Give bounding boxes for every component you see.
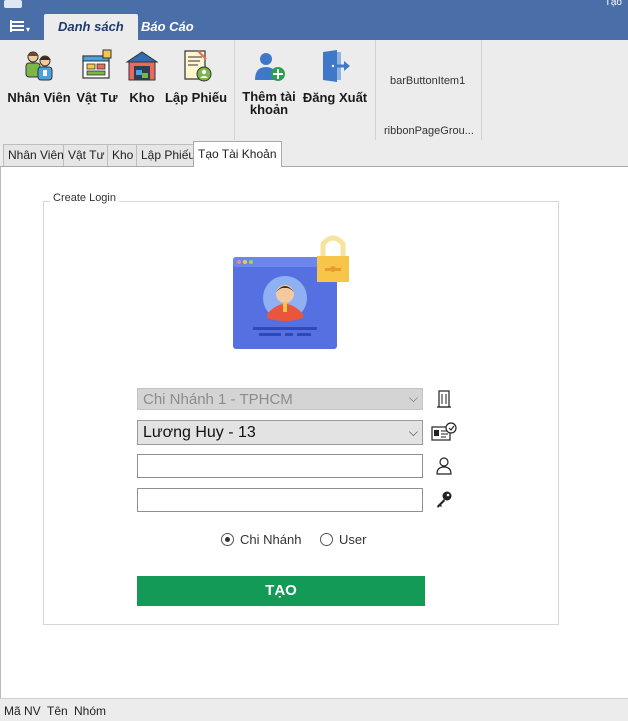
status-nhom: Nhóm <box>74 704 107 718</box>
chevron-down-icon: ⌵ <box>408 425 418 439</box>
radio-user[interactable]: User <box>320 532 366 547</box>
ribbon-panel: Nhân Viên Vật Tư Kho Lập Phiếu Thêm tài … <box>0 40 628 141</box>
vat-tu-label: Vật Tư <box>76 90 118 105</box>
chevron-down-icon: ⌵ <box>408 391 418 405</box>
dang-xuat-label: Đăng Xuất <box>302 90 368 105</box>
employee-select-value: Lương Huy - 13 <box>143 424 256 441</box>
dang-xuat-button[interactable]: Đăng Xuất <box>302 48 368 105</box>
ribbon-tab-bar: ▾ Danh sách Báo Cáo <box>0 12 628 40</box>
group-title: Create Login <box>50 192 119 204</box>
lap-phieu-button[interactable]: Lập Phiếu <box>164 48 228 105</box>
create-login-panel: Create Login Chi Nhánh 1 - TPHCM ⌵ Lương… <box>0 167 628 698</box>
doc-tab-vat-tu[interactable]: Vật Tư <box>63 144 110 166</box>
radio-chi-nhanh-label: Chi Nhánh <box>240 532 302 547</box>
vat-tu-button[interactable]: Vật Tư <box>74 48 120 105</box>
login-name-field[interactable] <box>138 455 422 477</box>
add-user-icon <box>255 53 285 81</box>
ribbon-page-group-label: ribbonPageGrou... <box>384 125 474 137</box>
radio-user-label: User <box>339 532 367 547</box>
lap-phieu-label: Lập Phiếu <box>164 90 228 105</box>
create-button[interactable]: TẠO <box>137 576 425 606</box>
radio-circle[interactable] <box>320 533 333 546</box>
branch-select[interactable]: Chi Nhánh 1 - TPHCM ⌵ <box>137 388 423 410</box>
password-input[interactable] <box>137 488 423 512</box>
doc-tab-kho[interactable]: Kho <box>107 144 139 166</box>
nhan-vien-label: Nhân Viên <box>7 90 71 105</box>
doc-tab-nhan-vien[interactable]: Nhân Viên <box>3 144 69 166</box>
branch-select-value: Chi Nhánh 1 - TPHCM <box>143 391 293 408</box>
radio-chi-nhanh[interactable]: Chi Nhánh <box>221 532 301 547</box>
key-icon <box>437 491 452 508</box>
them-tai-khoan-label-2: khoản <box>249 102 289 117</box>
id-card-icon <box>431 422 457 441</box>
document-tab-strip: Nhân Viên Vật Tư Kho Lập Phiếu Tạo Tài K… <box>0 140 628 167</box>
invoice-icon <box>184 50 212 82</box>
window-title: Tạo <box>604 0 622 8</box>
nhan-vien-button[interactable]: Nhân Viên <box>6 48 72 105</box>
building-icon <box>437 390 451 408</box>
ribbon-tab-danh-sach[interactable]: Danh sách <box>44 14 138 40</box>
app-icon <box>4 0 22 8</box>
application-menu-icon[interactable] <box>10 20 24 33</box>
doc-tab-tao-tai-khoan[interactable]: Tạo Tài Khoản <box>193 141 282 167</box>
radio-circle-selected[interactable] <box>221 533 234 546</box>
them-tai-khoan-button[interactable]: Thêm tài khoản <box>240 48 298 116</box>
kho-button[interactable]: Kho <box>124 48 160 105</box>
user-icon <box>436 457 452 475</box>
supplies-icon <box>82 49 112 79</box>
status-ten: Tên <box>47 704 68 718</box>
ribbon-group-separator <box>375 40 376 140</box>
ribbon-group-separator <box>481 40 482 140</box>
password-field[interactable] <box>138 489 422 511</box>
status-ma-nv: Mã NV <box>4 704 41 718</box>
bar-button-item-1[interactable]: barButtonItem1 <box>390 75 465 87</box>
kho-label: Kho <box>129 90 155 105</box>
logout-icon <box>323 50 350 82</box>
status-bar: Mã NV Tên Nhóm <box>0 698 628 721</box>
window-titlebar: Tạo <box>0 0 628 12</box>
chevron-down-icon[interactable]: ▾ <box>26 25 30 34</box>
ribbon-tab-bao-cao[interactable]: Báo Cáo <box>127 14 208 40</box>
employees-icon <box>25 51 53 81</box>
warehouse-icon <box>125 51 159 81</box>
login-illustration <box>233 235 349 349</box>
doc-tab-lap-phieu[interactable]: Lập Phiếu <box>136 144 201 166</box>
ribbon-group-separator <box>234 40 235 140</box>
login-name-input[interactable] <box>137 454 423 478</box>
employee-select[interactable]: Lương Huy - 13 ⌵ <box>137 420 423 445</box>
